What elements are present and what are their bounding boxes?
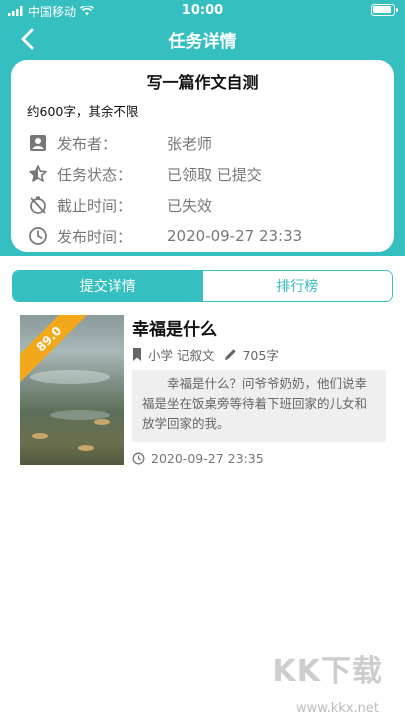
essay-meta: 小学 记叙文 705字 [132, 345, 279, 364]
watermark-logo: KK下载 [272, 654, 383, 689]
task-description: 约600字，其余不限 [27, 104, 139, 119]
submission-item[interactable]: 89.0 幸福是什么 小学 记叙文 705字 幸福是什么？问爷爷奶奶，他们说幸福… [20, 315, 390, 467]
essay-excerpt: 幸福是什么？问爷爷奶奶，他们说幸福是坐在饭桌旁等待着下班回家的儿女和放学回家的我… [132, 370, 386, 442]
page-title: 任务详情 [168, 32, 237, 52]
nav-bar: 任务详情 [0, 22, 405, 56]
essay-tags: 小学 记叙文 [148, 348, 215, 363]
tab-submission-details[interactable]: 提交详情 [13, 271, 203, 301]
timer-off-icon [27, 194, 49, 216]
essay-title: 幸福是什么 [132, 320, 217, 340]
status-time: 10:00 [181, 3, 224, 18]
bookmark-icon [132, 348, 142, 361]
publish-time-row: 发布时间： 2020-09-27 23:33 [27, 221, 378, 251]
deadline-row: 截止时间： 已失效 [27, 190, 378, 220]
deadline-label: 截止时间： [57, 196, 133, 215]
star-icon [27, 163, 49, 185]
history-icon [132, 452, 145, 465]
submission-date-row: 2020-09-27 23:35 [132, 451, 264, 466]
status-label: 任务状态： [57, 165, 133, 184]
task-card: 写一篇作文自测 约600字，其余不限 发布者： 张老师 任务状态： 已领取 已提… [11, 60, 394, 252]
status-value: 已领取 已提交 [167, 165, 262, 184]
battery-icon [371, 4, 398, 16]
status-bar: 中国移动 10:00 [0, 0, 405, 22]
publisher-value: 张老师 [167, 134, 213, 153]
essay-thumbnail: 89.0 [20, 315, 124, 465]
tab-bar: 提交详情 排行榜 [12, 270, 393, 302]
person-card-icon [27, 132, 49, 154]
tab-leaderboard[interactable]: 排行榜 [202, 271, 392, 301]
watermark-url: www.kkx.net [295, 701, 379, 716]
thumbnail-lily [78, 445, 94, 451]
submission-date: 2020-09-27 23:35 [151, 451, 264, 466]
deadline-value: 已失效 [167, 196, 213, 215]
publish-time-label: 发布时间： [57, 227, 133, 246]
thumbnail-lily [94, 419, 110, 425]
clock-icon [27, 225, 49, 247]
publisher-row: 发布者： 张老师 [27, 128, 378, 158]
battery-fill [373, 6, 391, 13]
publisher-label: 发布者： [57, 134, 118, 153]
status-row: 任务状态： 已领取 已提交 [27, 159, 378, 189]
word-count: 705字 [242, 348, 279, 363]
publish-time-value: 2020-09-27 23:33 [167, 227, 303, 245]
task-title: 写一篇作文自测 [146, 73, 259, 92]
pencil-icon [224, 348, 237, 361]
thumbnail-lily [32, 433, 48, 439]
thumbnail-reflection [30, 370, 110, 384]
